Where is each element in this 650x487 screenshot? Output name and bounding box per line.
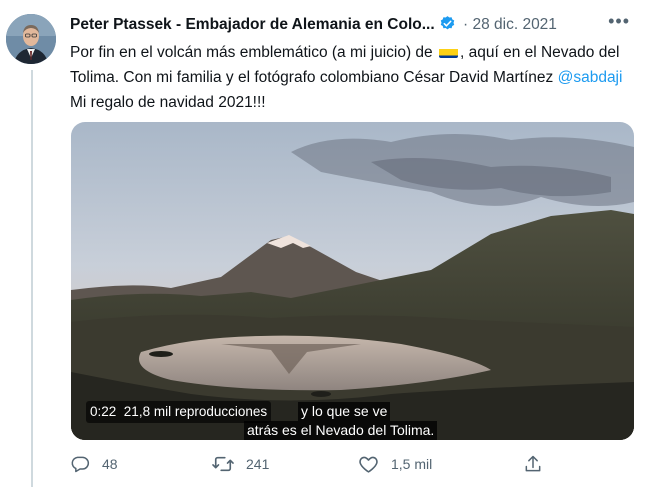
header-separator: · bbox=[462, 16, 469, 33]
like-button[interactable]: 1,5 mil bbox=[358, 453, 432, 475]
retweet-count: 241 bbox=[246, 456, 270, 472]
author-name[interactable]: Peter Ptassek - Embajador de Alemania en… bbox=[70, 16, 435, 33]
colombia-flag-icon bbox=[438, 45, 458, 58]
mention-link[interactable]: @sabdaji bbox=[558, 69, 623, 86]
retweet-icon bbox=[212, 456, 234, 472]
video-subtitle-line2: atrás es el Nevado del Tolima. bbox=[244, 421, 438, 440]
tweet-date[interactable]: 28 dic. 2021 bbox=[472, 16, 556, 33]
avatar[interactable] bbox=[6, 14, 56, 64]
tweet-text-part: Por fin en el volcán más emblemático (a … bbox=[70, 44, 437, 61]
share-button[interactable] bbox=[523, 453, 555, 475]
video-info: 0:22 21,8 mil reproducciones bbox=[86, 401, 272, 423]
tweet-actions: 48 241 1,5 mil bbox=[70, 453, 630, 475]
reply-count: 48 bbox=[102, 456, 118, 472]
more-horizontal-icon[interactable]: ••• bbox=[608, 11, 630, 32]
tweet-header: Peter Ptassek - Embajador de Alemania en… bbox=[70, 15, 640, 37]
reply-icon bbox=[71, 456, 90, 473]
video-player[interactable] bbox=[71, 122, 634, 440]
heart-icon bbox=[359, 456, 378, 473]
avatar-image bbox=[6, 14, 56, 64]
retweet-button[interactable]: 241 bbox=[212, 453, 269, 475]
share-icon bbox=[525, 455, 541, 472]
video-subtitle-line1: y lo que se ve bbox=[298, 402, 391, 421]
like-count: 1,5 mil bbox=[391, 456, 433, 472]
reply-button[interactable]: 48 bbox=[70, 453, 118, 475]
video-frame bbox=[71, 122, 634, 440]
verified-badge-icon bbox=[439, 15, 456, 37]
video-views: 21,8 mil reproducciones bbox=[123, 404, 268, 419]
tweet-text-part: Mi regalo de navidad 2021!!! bbox=[70, 94, 266, 111]
thread-line bbox=[31, 70, 33, 487]
tweet-text: Por fin en el volcán más emblemático (a … bbox=[70, 40, 640, 115]
video-time: 0:22 bbox=[90, 404, 117, 419]
